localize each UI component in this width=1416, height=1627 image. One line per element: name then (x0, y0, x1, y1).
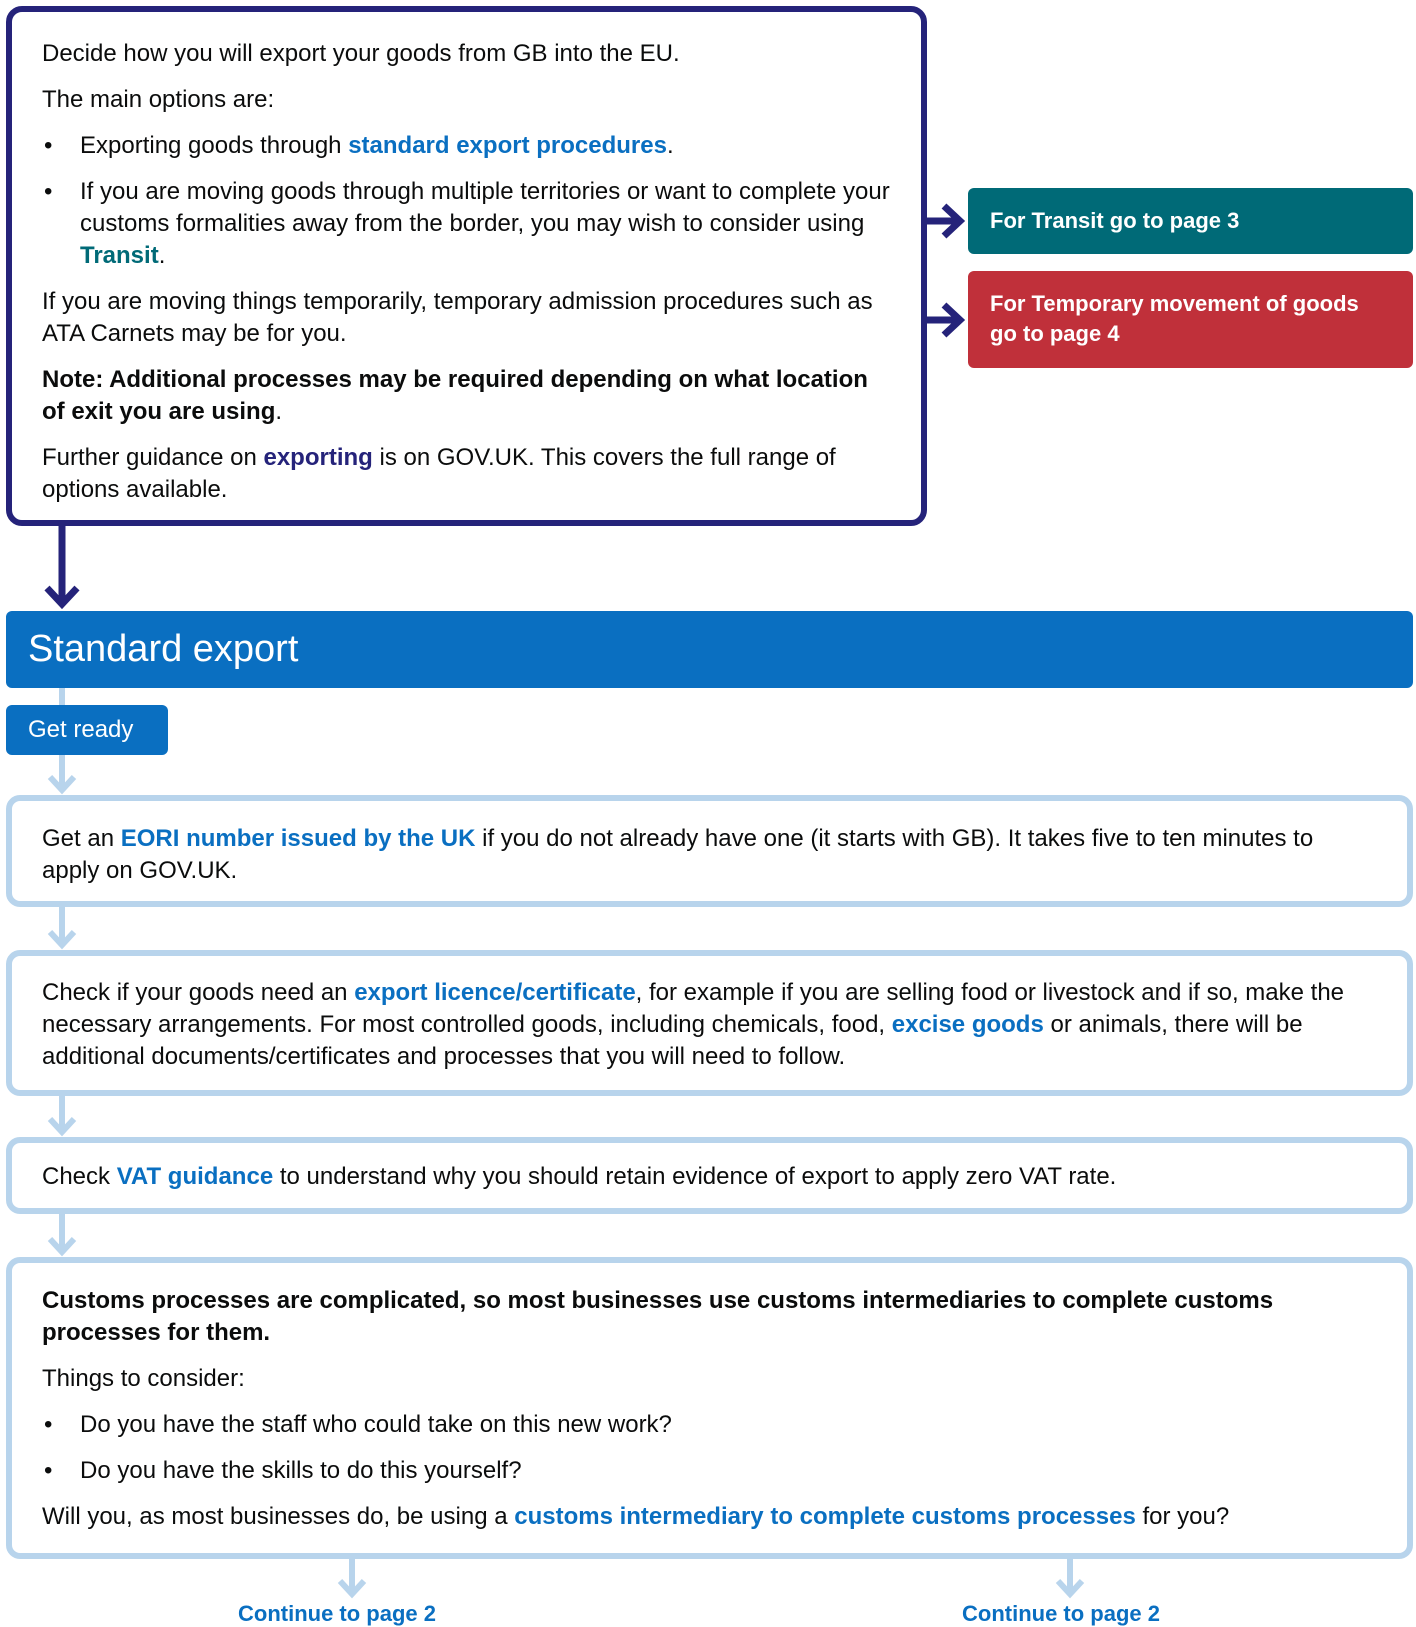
intro-paragraph-1: Decide how you will export your goods fr… (42, 40, 680, 67)
temporary-movement-page-button[interactable]: For Temporary movement of goods go to pa… (968, 271, 1413, 368)
continue-right-arrow (1055, 1559, 1085, 1599)
excise-goods-link[interactable]: excise goods (892, 1011, 1044, 1038)
intermediary-question: Will you, as most businesses do, be usin… (42, 1503, 1230, 1530)
step-vat: Check VAT guidance to understand why you… (6, 1137, 1413, 1214)
customs-heading: Customs processes are complicated, so mo… (42, 1287, 1274, 1346)
options-list: Exporting goods through standard export … (42, 130, 891, 272)
export-licence-link[interactable]: export licence/certificate (354, 979, 635, 1006)
consider-skills: Do you have the skills to do this yourse… (42, 1455, 1377, 1487)
section-title: Standard export (6, 611, 1413, 688)
intro-paragraph-4: Further guidance on exporting is on GOV.… (42, 444, 836, 503)
transit-link[interactable]: Transit (80, 242, 159, 269)
consider-staff: Do you have the staff who could take on … (42, 1409, 1377, 1441)
standard-export-link[interactable]: standard export procedures (348, 132, 667, 159)
intro-note: Note: Additional processes may be requir… (42, 366, 868, 425)
intro-paragraph-3: If you are moving things temporarily, te… (42, 288, 873, 347)
transit-page-button[interactable]: For Transit go to page 3 (968, 188, 1413, 254)
continue-right-link[interactable]: Continue to page 2 (962, 1601, 1160, 1627)
exporting-link[interactable]: exporting (263, 444, 372, 471)
intro-paragraph-2: The main options are: (42, 86, 275, 113)
step-customs-intermediary: Customs processes are complicated, so mo… (6, 1257, 1413, 1559)
step-arrow-3 (47, 1096, 77, 1137)
eori-link[interactable]: EORI number issued by the UK (121, 825, 476, 852)
option-transit: If you are moving goods through multiple… (42, 176, 891, 272)
get-ready-label: Get ready (6, 705, 168, 755)
vat-guidance-link[interactable]: VAT guidance (117, 1163, 273, 1190)
step-arrow-2 (47, 907, 77, 950)
customs-intermediary-link[interactable]: customs intermediary to complete customs… (514, 1503, 1136, 1530)
things-to-consider: Things to consider: (42, 1365, 245, 1392)
step-arrow-4 (47, 1214, 77, 1257)
step-eori: Get an EORI number issued by the UK if y… (6, 795, 1413, 907)
step-export-licence: Check if your goods need an export licen… (6, 950, 1413, 1096)
consider-list: Do you have the staff who could take on … (42, 1409, 1377, 1487)
step-arrow-1 (47, 755, 77, 795)
continue-left-arrow (337, 1559, 367, 1599)
option-standard-export: Exporting goods through standard export … (42, 130, 891, 162)
continue-left-link[interactable]: Continue to page 2 (238, 1601, 436, 1627)
intro-box: Decide how you will export your goods fr… (6, 6, 927, 526)
